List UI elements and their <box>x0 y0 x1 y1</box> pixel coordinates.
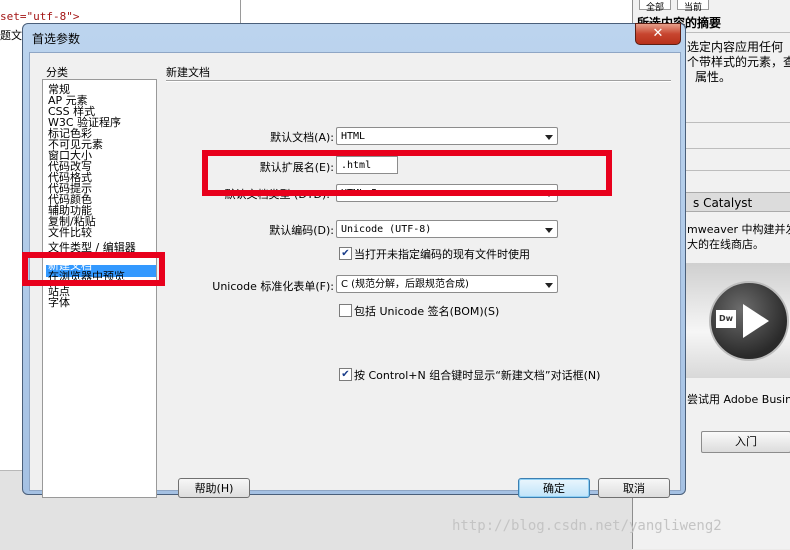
dialog-title: 首选参数 <box>32 32 81 46</box>
section-title: 新建文档 <box>166 66 210 79</box>
catalyst-line: mweaver 中构建并发 <box>687 223 790 236</box>
category-list[interactable]: 常规 AP 元素 CSS 样式 W3C 验证程序 标记色彩 不可见元素 窗口大小 代码改写 代码… <box>42 79 157 498</box>
tab-current[interactable]: 当前 <box>677 0 709 13</box>
checkmark-icon: ✔ <box>341 369 350 380</box>
include-signature-checkbox[interactable] <box>339 304 352 317</box>
chevron-down-icon <box>545 228 553 233</box>
encoding-select[interactable]: Unicode (UTF-8) <box>336 220 558 238</box>
code-line: 题文 <box>0 29 22 42</box>
default-doc-select[interactable]: HTML <box>336 127 558 145</box>
catalyst-panel-header[interactable]: s Catalyst <box>685 192 790 212</box>
category-item[interactable]: 文件比较 <box>48 227 92 238</box>
normalize-value: C (规范分解，后跟规范合成) <box>341 279 469 290</box>
show-dialog-label[interactable]: 按 Control+N 组合键时显示“新建文档”对话框(N) <box>354 367 600 383</box>
cancel-button[interactable]: 取消 <box>598 478 670 498</box>
encoding-value: Unicode (UTF-8) <box>341 224 432 235</box>
use-when-open-label[interactable]: 当打开未指定编码的现有文件时使用 <box>354 246 530 262</box>
help-button[interactable]: 帮助(H) <box>178 478 250 498</box>
use-when-open-checkbox[interactable]: ✔ <box>339 247 352 260</box>
catalyst-line: 大的在线商店。 <box>687 238 764 251</box>
category-label: 分类 <box>46 66 68 79</box>
tab-all[interactable]: 全部 <box>639 0 671 13</box>
checkmark-icon: ✔ <box>341 248 350 259</box>
dtd-highlight-box <box>202 150 612 196</box>
normalize-select[interactable]: C (规范分解，后跟规范合成) <box>336 275 558 293</box>
include-signature-label[interactable]: 包括 Unicode 签名(BOM)(S) <box>354 303 499 319</box>
normalize-label: Unicode 标准化表单(F): <box>212 280 334 293</box>
close-button[interactable]: ✕ <box>635 23 681 45</box>
category-highlight-box <box>22 252 165 286</box>
summary-line: 属性。 <box>695 70 732 84</box>
default-doc-label: 默认文档(A): <box>270 131 334 144</box>
get-started-button[interactable]: 入门 <box>701 431 790 453</box>
try-text: 尝试用 Adobe Busine <box>687 393 790 406</box>
code-line: set="utf-8"> <box>0 10 80 23</box>
encoding-label: 默认编码(D): <box>269 224 334 237</box>
watermark: http://blog.csdn.net/yangliweng2 <box>452 518 722 534</box>
category-item[interactable]: 字体 <box>48 297 70 308</box>
dreamweaver-logo: Dw <box>716 310 736 328</box>
show-dialog-checkbox[interactable]: ✔ <box>339 368 352 381</box>
default-doc-value: HTML <box>341 131 366 142</box>
ok-button[interactable]: 确定 <box>518 478 590 498</box>
chevron-down-icon <box>545 283 553 288</box>
chevron-down-icon <box>545 135 553 140</box>
play-video-icon[interactable]: Dw <box>709 281 789 361</box>
